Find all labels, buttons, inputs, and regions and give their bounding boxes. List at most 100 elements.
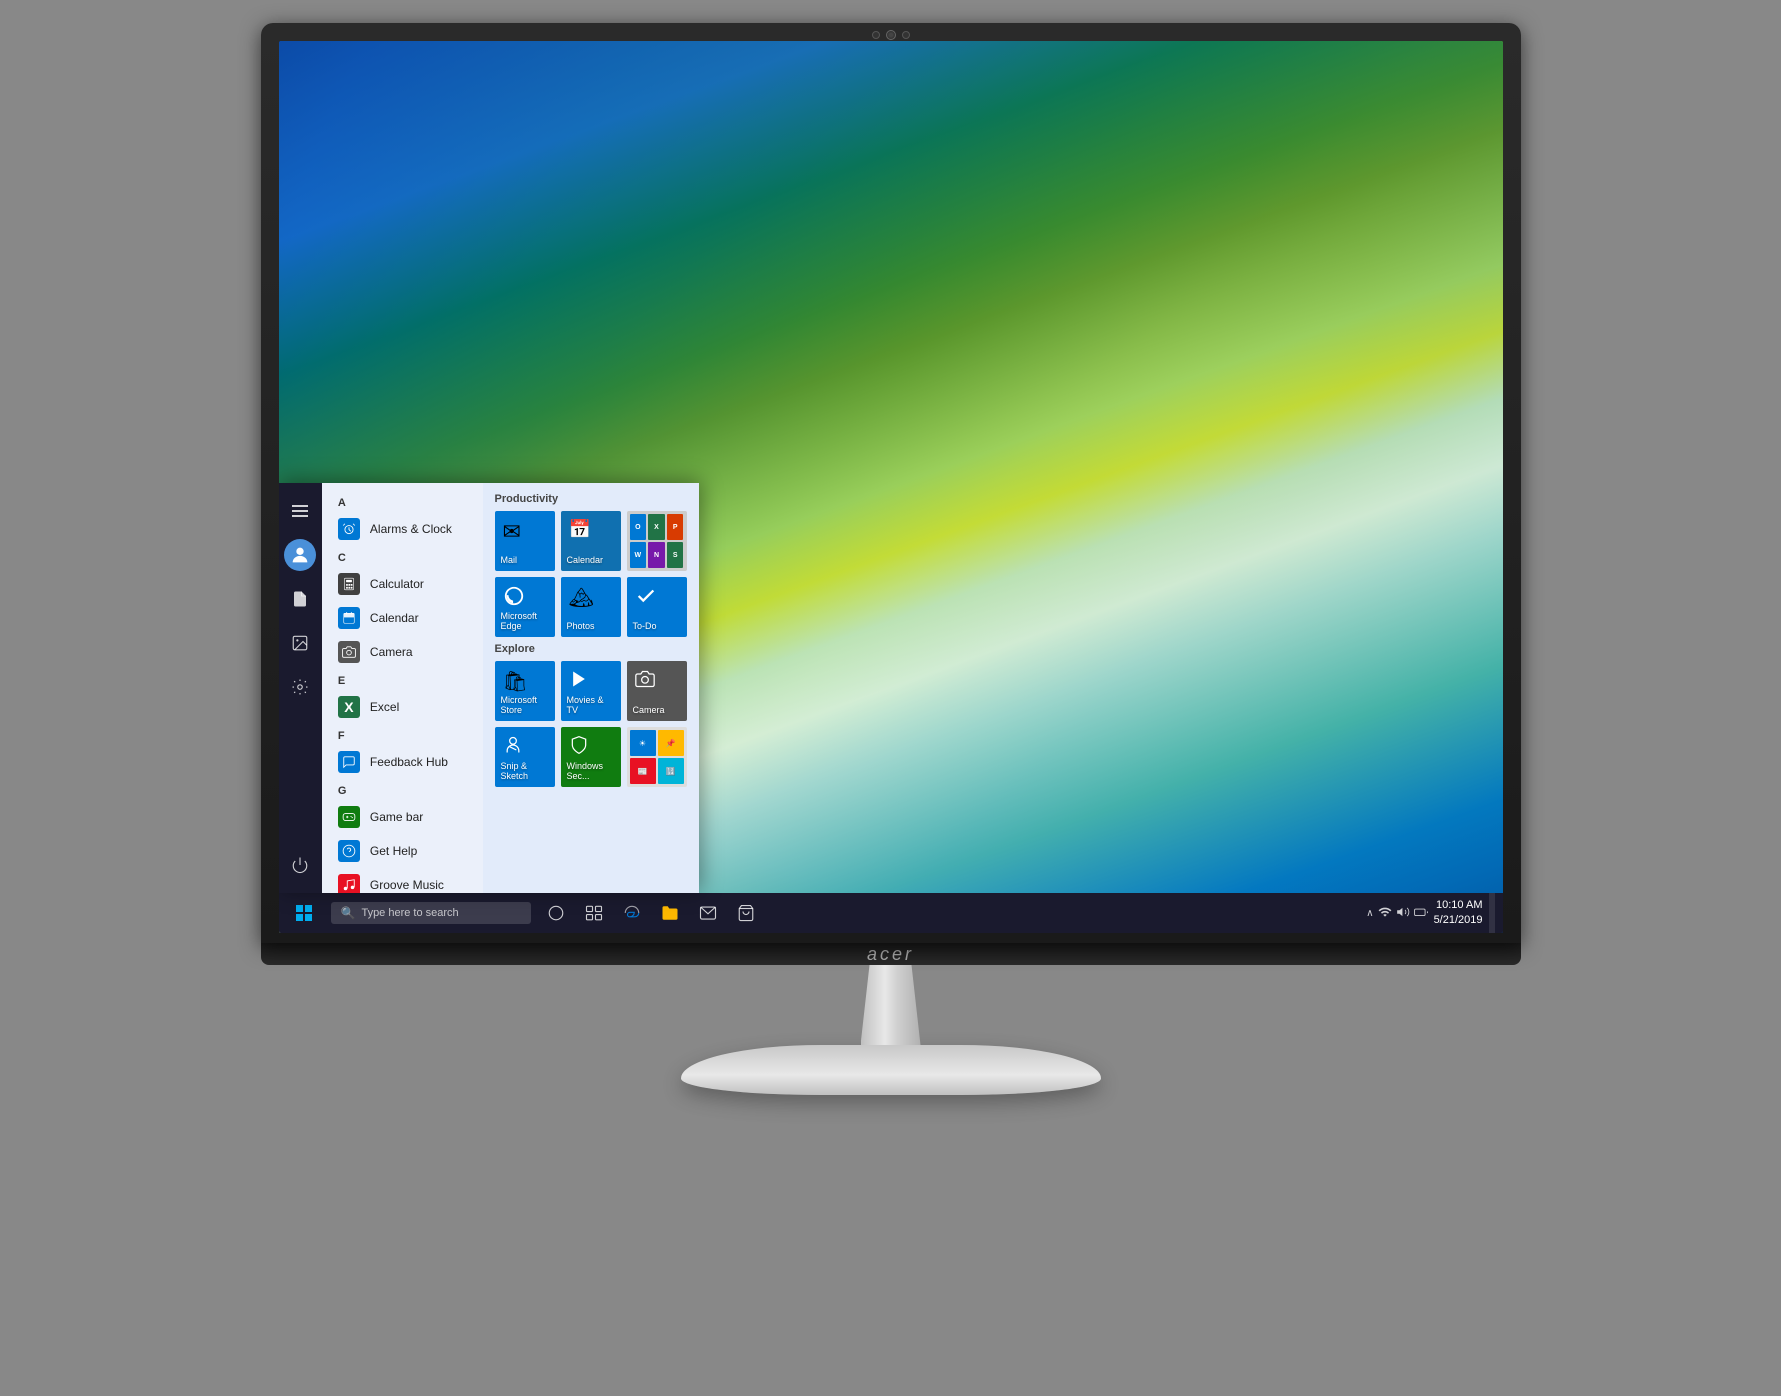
sidebar-power[interactable] bbox=[280, 845, 320, 885]
section-header-e: E bbox=[322, 669, 483, 690]
app-item-calculator[interactable]: Calculator bbox=[322, 567, 483, 601]
edge-tile[interactable]: Microsoft Edge bbox=[495, 577, 555, 637]
movies-tile-label: Movies & TV bbox=[567, 695, 615, 715]
excel-icon: X bbox=[338, 696, 360, 718]
app-item-gethelp[interactable]: Get Help bbox=[322, 834, 483, 868]
start-menu: A Alarms & Clock C Calculator bbox=[279, 483, 699, 893]
section-header-g: G bbox=[322, 779, 483, 800]
task-view-button[interactable] bbox=[579, 898, 609, 928]
app-item-gamebar[interactable]: Game bar bbox=[322, 800, 483, 834]
chevron-up-icon[interactable]: ∧ bbox=[1366, 908, 1373, 919]
system-tray: ∧ 10:10 AM 5/21/2019 bbox=[1366, 893, 1502, 933]
winsec-tile[interactable]: Windows Sec... bbox=[561, 727, 621, 787]
user-avatar bbox=[284, 539, 316, 571]
camera-tile-icon bbox=[635, 669, 655, 695]
office-grid: O X P W N S bbox=[630, 514, 684, 568]
winsec-tile-icon bbox=[569, 735, 589, 761]
app-item-camera[interactable]: Camera bbox=[322, 635, 483, 669]
start-sidebar bbox=[279, 483, 322, 893]
edge-taskbar-button[interactable] bbox=[617, 898, 647, 928]
winsec-tile-label: Windows Sec... bbox=[567, 761, 615, 781]
feedback-hub-icon bbox=[338, 751, 360, 773]
feedback-hub-label: Feedback Hub bbox=[370, 755, 448, 769]
monitor: A Alarms & Clock C Calculator bbox=[241, 23, 1541, 1373]
small-tile-grid: ☀ 📌 📰 🔢 bbox=[630, 730, 684, 784]
monitor-brand: acer bbox=[867, 944, 914, 965]
tiles-row-4: Snip & Sketch Windows Sec... ☀ bbox=[495, 727, 687, 787]
search-icon: 🔍 bbox=[341, 906, 356, 920]
photos-tile-icon: 🏔 bbox=[569, 585, 594, 610]
search-placeholder: Type here to search bbox=[361, 907, 458, 919]
sidebar-documents[interactable] bbox=[280, 579, 320, 619]
mail-taskbar-button[interactable] bbox=[693, 898, 723, 928]
start-tiles: Productivity ✉ Mail 📅 Calendar bbox=[483, 483, 699, 893]
sidebar-pictures[interactable] bbox=[280, 623, 320, 663]
excel-label: Excel bbox=[370, 700, 399, 714]
calendar-tile-label: Calendar bbox=[567, 555, 604, 565]
webcam-bar bbox=[872, 30, 910, 40]
battery-icon bbox=[1414, 905, 1428, 922]
todo-tile-icon bbox=[635, 585, 657, 613]
start-button[interactable] bbox=[279, 893, 329, 933]
mail-tile[interactable]: ✉ Mail bbox=[495, 511, 555, 571]
small-tiles-group[interactable]: ☀ 📌 📰 🔢 bbox=[627, 727, 687, 787]
tiles-row-1: ✉ Mail 📅 Calendar O X bbox=[495, 511, 687, 571]
camera-app-label: Camera bbox=[370, 645, 413, 659]
show-desktop-button[interactable] bbox=[1489, 893, 1495, 933]
store-taskbar-button[interactable] bbox=[731, 898, 761, 928]
edge-tile-icon bbox=[503, 585, 525, 613]
search-bar[interactable]: 🔍 Type here to search bbox=[331, 902, 531, 924]
app-item-excel[interactable]: X Excel bbox=[322, 690, 483, 724]
movies-tile-icon bbox=[569, 669, 589, 695]
current-date: 5/21/2019 bbox=[1434, 913, 1483, 928]
screen: A Alarms & Clock C Calculator bbox=[279, 41, 1503, 933]
app-item-calendar[interactable]: Calendar bbox=[322, 601, 483, 635]
mail-tile-label: Mail bbox=[501, 555, 518, 565]
calculator-icon bbox=[338, 573, 360, 595]
snip-tile-icon bbox=[503, 735, 523, 761]
groove-music-label: Groove Music bbox=[370, 878, 444, 892]
movies-tile[interactable]: Movies & TV bbox=[561, 661, 621, 721]
snip-tile[interactable]: Snip & Sketch bbox=[495, 727, 555, 787]
game-bar-icon bbox=[338, 806, 360, 828]
calendar-tile[interactable]: 📅 Calendar bbox=[561, 511, 621, 571]
sidebar-hamburger[interactable] bbox=[280, 491, 320, 531]
webcam-dot-left bbox=[872, 31, 880, 39]
section-header-f: F bbox=[322, 724, 483, 745]
photos-tile[interactable]: 🏔 Photos bbox=[561, 577, 621, 637]
app-item-feedback[interactable]: Feedback Hub bbox=[322, 745, 483, 779]
groove-music-icon bbox=[338, 874, 360, 893]
cortana-button[interactable] bbox=[541, 898, 571, 928]
store-tile-label: Microsoft Store bbox=[501, 695, 549, 715]
monitor-bezel: A Alarms & Clock C Calculator bbox=[261, 23, 1521, 943]
app-item-groove[interactable]: Groove Music bbox=[322, 868, 483, 893]
monitor-stand-neck bbox=[861, 965, 921, 1045]
office-tile[interactable]: O X P W N S bbox=[627, 511, 687, 571]
store-tile-icon: 🛍 bbox=[503, 669, 528, 694]
camera-tile-label: Camera bbox=[633, 705, 665, 715]
sidebar-settings[interactable] bbox=[280, 667, 320, 707]
taskbar-icons bbox=[541, 898, 761, 928]
calendar-label: Calendar bbox=[370, 611, 419, 625]
edge-tile-label: Microsoft Edge bbox=[501, 611, 549, 631]
alarms-clock-label: Alarms & Clock bbox=[370, 522, 452, 536]
mail-tile-icon: ✉ bbox=[503, 519, 521, 545]
sys-tray-icons[interactable]: ∧ bbox=[1366, 905, 1427, 922]
get-help-icon bbox=[338, 840, 360, 862]
photos-tile-label: Photos bbox=[567, 621, 595, 631]
sidebar-avatar[interactable] bbox=[280, 535, 320, 575]
todo-tile[interactable]: To-Do bbox=[627, 577, 687, 637]
file-explorer-button[interactable] bbox=[655, 898, 685, 928]
clock-display[interactable]: 10:10 AM 5/21/2019 bbox=[1434, 898, 1483, 929]
snip-tile-label: Snip & Sketch bbox=[501, 761, 549, 781]
camera-app-icon bbox=[338, 641, 360, 663]
app-item-alarms[interactable]: Alarms & Clock bbox=[322, 512, 483, 546]
volume-icon[interactable] bbox=[1396, 905, 1410, 922]
alarms-clock-icon bbox=[338, 518, 360, 540]
network-icon bbox=[1378, 905, 1392, 922]
productivity-header: Productivity bbox=[495, 493, 687, 505]
current-time: 10:10 AM bbox=[1434, 898, 1483, 913]
get-help-label: Get Help bbox=[370, 844, 417, 858]
store-tile[interactable]: 🛍 Microsoft Store bbox=[495, 661, 555, 721]
camera-tile[interactable]: Camera bbox=[627, 661, 687, 721]
